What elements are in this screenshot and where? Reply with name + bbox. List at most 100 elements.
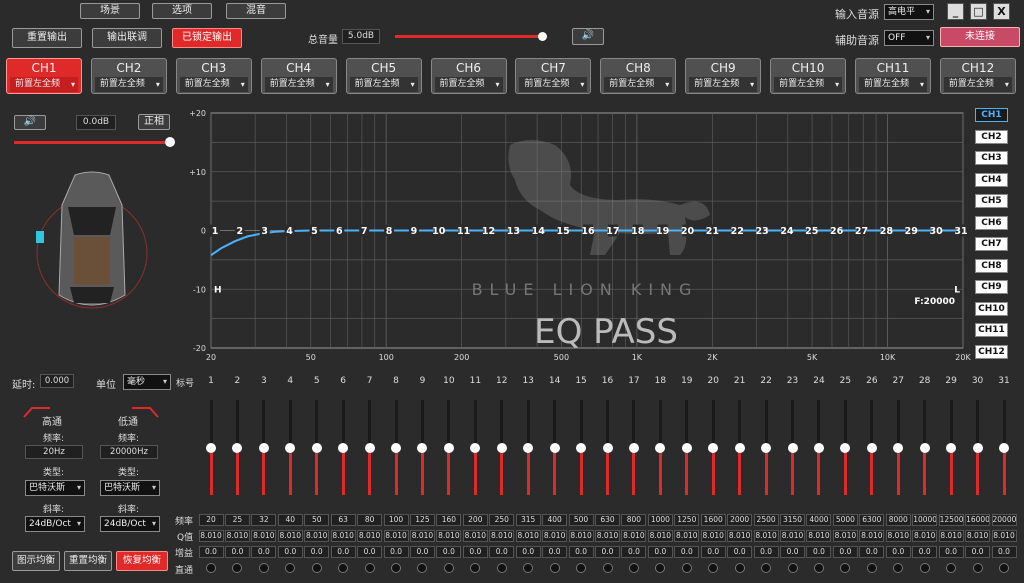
band-gain-knob[interactable] — [972, 442, 983, 453]
band-bypass-toggle[interactable] — [417, 563, 428, 573]
band-marker[interactable]: 10 — [432, 226, 446, 237]
band-bypass-toggle[interactable] — [734, 563, 745, 573]
band-gain-value[interactable]: 0.0 — [462, 546, 488, 558]
band-marker[interactable]: 14 — [532, 226, 546, 237]
top-menu-item[interactable]: 场景 — [80, 3, 140, 19]
eq-graph[interactable]: BLUE LION KINGEQ PASS+20+100-10-2020 50 10… — [180, 105, 975, 363]
tab-ch9[interactable]: CH9 前置左全频 — [685, 58, 762, 94]
band-bypass-toggle[interactable] — [999, 563, 1009, 573]
band-freq-value[interactable]: 1600 — [700, 514, 726, 526]
band-gain-value[interactable]: 0.0 — [595, 546, 620, 558]
band-freq-value[interactable]: 10000 — [912, 514, 938, 526]
band-marker[interactable]: 16 — [581, 226, 595, 237]
close-button[interactable]: X — [993, 3, 1010, 20]
band-gain-value[interactable]: 0.0 — [436, 546, 462, 558]
band-q-value[interactable]: 8.010 — [568, 530, 594, 542]
band-gain-value[interactable]: 0.0 — [938, 546, 964, 558]
band-marker[interactable]: 11 — [457, 226, 470, 237]
graphic-eq-button[interactable]: 图示均衡 — [12, 551, 60, 571]
band-gain-knob[interactable] — [655, 442, 666, 453]
band-marker[interactable]: 19 — [656, 226, 669, 237]
band-gain-knob[interactable] — [311, 442, 322, 453]
band-gain-value[interactable]: 0.0 — [727, 546, 753, 558]
band-gain-value[interactable]: 0.0 — [859, 546, 885, 558]
band-bypass-toggle[interactable] — [258, 563, 269, 573]
band-gain-knob[interactable] — [946, 442, 957, 453]
mute-button[interactable]: 🔊 — [572, 28, 604, 45]
band-marker[interactable]: 18 — [631, 226, 645, 237]
band-q-value[interactable]: 8.010 — [859, 530, 885, 542]
band-marker[interactable]: 22 — [731, 226, 744, 237]
channel-source-select[interactable]: 前置左全频 — [859, 77, 927, 92]
band-bypass-toggle[interactable] — [946, 563, 957, 573]
band-gain-value[interactable]: 0.0 — [700, 546, 726, 558]
band-gain-knob[interactable] — [232, 442, 243, 453]
band-marker[interactable]: 15 — [557, 226, 570, 237]
band-q-value[interactable]: 8.010 — [198, 530, 224, 542]
low-pass-freq-input[interactable]: 20000Hz — [100, 445, 158, 459]
band-q-value[interactable]: 8.010 — [727, 530, 753, 542]
band-bypass-toggle[interactable] — [443, 563, 454, 573]
band-bypass-toggle[interactable] — [681, 563, 692, 573]
locked-output-button[interactable]: 已锁定输出 — [172, 28, 242, 48]
band-gain-value[interactable]: 0.0 — [383, 546, 409, 558]
band-gain-knob[interactable] — [999, 442, 1009, 453]
band-freq-value[interactable]: 100 — [383, 514, 409, 526]
band-q-value[interactable]: 8.010 — [277, 530, 303, 542]
input-source-select[interactable]: 高电平 — [884, 4, 934, 20]
band-freq-value[interactable]: 4000 — [806, 514, 832, 526]
channel-select-ch2[interactable]: CH2 — [975, 129, 1008, 144]
band-q-value[interactable]: 8.010 — [595, 530, 620, 542]
tab-ch3[interactable]: CH3 前置左全频 — [175, 58, 252, 94]
band-freq-value[interactable]: 63 — [330, 514, 356, 526]
band-bypass-toggle[interactable] — [496, 563, 507, 573]
band-freq-value[interactable]: 160 — [436, 514, 462, 526]
high-pass-freq-input[interactable]: 20Hz — [25, 445, 83, 459]
band-gain-knob[interactable] — [628, 442, 639, 453]
band-bypass-toggle[interactable] — [523, 563, 534, 573]
band-gain-value[interactable]: 0.0 — [753, 546, 779, 558]
band-freq-value[interactable]: 25 — [224, 514, 250, 526]
band-gain-value[interactable]: 0.0 — [330, 546, 356, 558]
band-gain-value[interactable]: 0.0 — [198, 546, 224, 558]
band-marker[interactable]: 29 — [905, 226, 918, 237]
channel-select-ch1[interactable]: CH1 — [975, 108, 1008, 122]
band-bypass-toggle[interactable] — [576, 563, 587, 573]
tab-ch5[interactable]: CH5 前置左全频 — [345, 58, 422, 94]
band-marker[interactable]: 5 — [311, 226, 318, 237]
band-marker[interactable]: 24 — [780, 226, 794, 237]
band-marker[interactable]: 1 — [212, 226, 219, 237]
band-gain-value[interactable]: 0.0 — [780, 546, 806, 558]
band-freq-value[interactable]: 6300 — [859, 514, 885, 526]
band-marker[interactable]: 28 — [880, 226, 894, 237]
band-q-value[interactable]: 8.010 — [436, 530, 462, 542]
tab-ch10[interactable]: CH10 前置左全频 — [770, 58, 847, 94]
tab-ch1[interactable]: CH1 前置左全频 — [6, 58, 82, 94]
band-marker[interactable]: 25 — [805, 226, 818, 237]
channel-source-select[interactable]: 前置左全频 — [689, 77, 758, 92]
band-freq-value[interactable]: 500 — [568, 514, 594, 526]
band-gain-value[interactable]: 0.0 — [251, 546, 277, 558]
band-q-value[interactable]: 8.010 — [224, 530, 250, 542]
band-bypass-toggle[interactable] — [919, 563, 930, 573]
band-q-value[interactable]: 8.010 — [700, 530, 726, 542]
band-marker[interactable]: 12 — [482, 226, 495, 237]
band-bypass-toggle[interactable] — [602, 563, 613, 573]
band-q-value[interactable]: 8.010 — [542, 530, 568, 542]
band-freq-value[interactable]: 250 — [489, 514, 515, 526]
band-freq-value[interactable]: 315 — [515, 514, 541, 526]
band-freq-value[interactable]: 12500 — [938, 514, 964, 526]
high-pass-marker[interactable]: H — [214, 285, 222, 295]
band-marker[interactable]: 23 — [755, 226, 768, 237]
channel-select-ch10[interactable]: CH10 — [975, 301, 1008, 316]
band-marker[interactable]: 31 — [954, 226, 967, 237]
band-q-value[interactable]: 8.010 — [304, 530, 330, 542]
band-gain-value[interactable]: 0.0 — [357, 546, 383, 558]
band-gain-value[interactable]: 0.0 — [674, 546, 700, 558]
band-bypass-toggle[interactable] — [972, 563, 983, 573]
band-q-value[interactable]: 8.010 — [780, 530, 806, 542]
band-gain-value[interactable]: 0.0 — [806, 546, 832, 558]
band-gain-value[interactable]: 0.0 — [832, 546, 858, 558]
tab-ch12[interactable]: CH12 前置左全频 — [939, 58, 1016, 94]
band-gain-knob[interactable] — [893, 442, 904, 453]
